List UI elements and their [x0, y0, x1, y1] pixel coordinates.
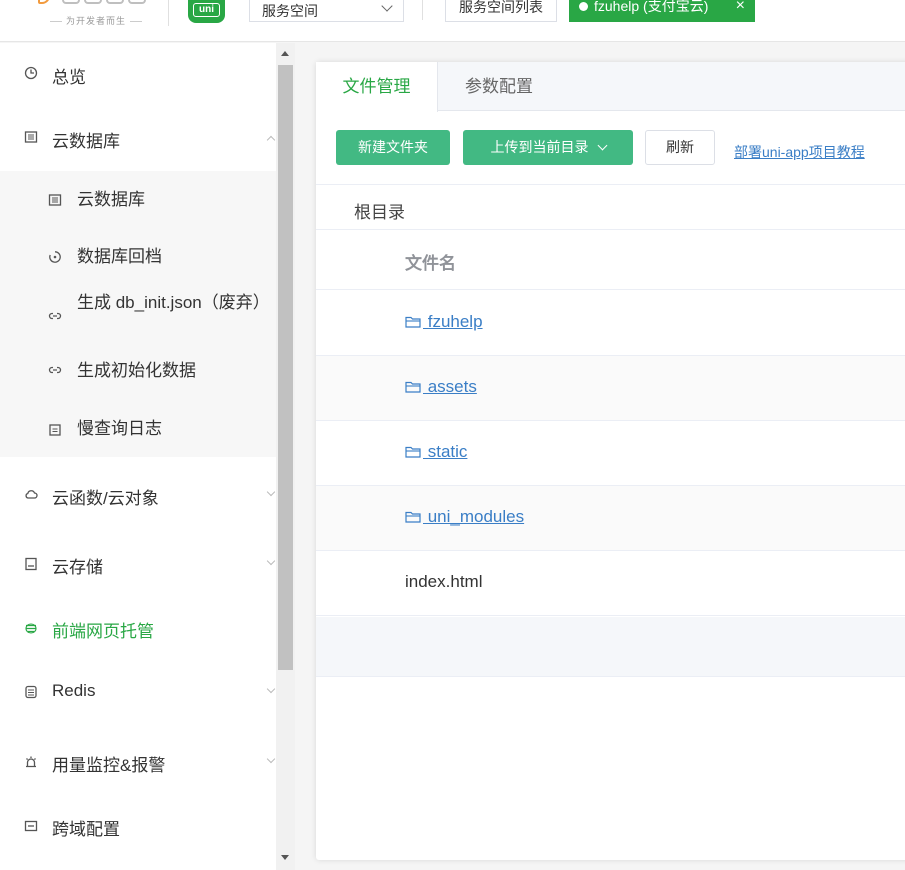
- tab-bar: 文件管理 参数配置: [316, 62, 905, 112]
- submenu-item-label: 生成初始化数据: [77, 361, 196, 380]
- scroll-down-arrow-icon[interactable]: [281, 855, 289, 860]
- sidebar-item-cloud-database[interactable]: 云数据库: [0, 107, 276, 167]
- sidebar-item-redis[interactable]: Redis: [0, 661, 276, 721]
- tab-parameter-config[interactable]: 参数配置: [438, 62, 560, 112]
- chevron-down-icon: [597, 140, 607, 151]
- sidebar-item-label: 用量监控&报警: [52, 756, 166, 775]
- submenu-item-slow-query-log[interactable]: 慢查询日志: [0, 401, 276, 457]
- sidebar-item-label: 云存储: [52, 558, 103, 577]
- sidebar-item-label: 跨域配置: [52, 820, 120, 839]
- folder-name: uni_modules: [423, 507, 525, 526]
- storage-icon: [25, 557, 37, 571]
- header-divider: [168, 0, 169, 26]
- sidebar-item-cloud-storage[interactable]: 云存储: [0, 533, 276, 593]
- sidebar-item-web-hosting[interactable]: 前端网页托管: [0, 597, 276, 657]
- database-icon: [24, 131, 38, 143]
- submenu-item-label: 慢查询日志: [77, 419, 162, 438]
- table-row: assets: [316, 356, 905, 421]
- cloud-database-submenu: 云数据库 数据库回档 生成 db_init.json（废弃） 生成初始化数据 慢…: [0, 171, 276, 457]
- folder-icon: [405, 446, 421, 458]
- file-table-header: 文件名: [316, 230, 905, 290]
- dcloud-logo[interactable]: [38, 0, 148, 6]
- logo-slogan: 为开发者而生: [40, 14, 152, 27]
- refresh-button[interactable]: 刷新: [645, 130, 715, 165]
- scroll-up-arrow-icon[interactable]: [281, 51, 289, 56]
- folder-name: fzuhelp: [423, 312, 483, 331]
- chevron-up-icon: [266, 135, 276, 145]
- folder-icon: [405, 511, 421, 523]
- sidebar-item-label: 总览: [52, 68, 86, 87]
- folder-icon: [405, 381, 421, 393]
- sidebar-item-label: Redis: [52, 681, 96, 700]
- sidebar: 总览 云数据库 云数据库 数据库回档 生成 db_init.json（废弃） 生…: [0, 43, 276, 870]
- submenu-item-label: 云数据库: [77, 190, 145, 209]
- active-space-tag[interactable]: fzuhelp (支付宝云) ×: [569, 0, 755, 22]
- folder-name: assets: [423, 377, 477, 396]
- log-icon: [49, 424, 61, 436]
- sidebar-item-cloud-functions[interactable]: 云函数/云对象: [0, 464, 276, 524]
- breadcrumb: 根目录: [316, 184, 905, 230]
- breadcrumb-root[interactable]: 根目录: [354, 198, 405, 223]
- service-space-select[interactable]: 服务空间: [249, 0, 404, 22]
- clock-icon: [24, 66, 38, 80]
- sidebar-item-usage-monitor[interactable]: 用量监控&报警: [0, 731, 276, 791]
- status-dot-icon: [579, 2, 588, 11]
- table-row: static: [316, 421, 905, 486]
- folder-link[interactable]: fzuhelp: [405, 312, 483, 332]
- cors-icon: [24, 820, 38, 832]
- chevron-down-icon: [266, 684, 276, 694]
- column-header-filename: 文件名: [405, 254, 456, 273]
- hosting-icon: [25, 623, 37, 634]
- chevron-down-icon: [381, 0, 393, 12]
- submenu-item-cloud-database[interactable]: 云数据库: [0, 171, 276, 229]
- sidebar-scrollbar[interactable]: [276, 43, 295, 870]
- scrollbar-thumb[interactable]: [278, 65, 293, 670]
- database-icon: [48, 194, 62, 206]
- sidebar-item-label: 前端网页托管: [52, 622, 154, 641]
- folder-icon: [405, 316, 421, 328]
- folder-link[interactable]: static: [405, 442, 467, 462]
- restore-icon: [49, 251, 61, 263]
- cloud-icon: [25, 490, 38, 499]
- submenu-item-label: 生成 db_init.json（废弃）: [77, 293, 270, 312]
- deploy-tutorial-link[interactable]: 部署uni-app项目教程: [734, 142, 865, 162]
- sidebar-item-overview[interactable]: 总览: [0, 43, 276, 103]
- sidebar-item-cors-config[interactable]: 跨域配置: [0, 795, 276, 855]
- uni-logo-icon[interactable]: uni: [188, 0, 225, 23]
- redis-icon: [25, 685, 37, 699]
- uni-logo-text: uni: [193, 3, 220, 17]
- table-row: fzuhelp: [316, 291, 905, 356]
- close-icon[interactable]: ×: [736, 0, 745, 18]
- submenu-item-label: 数据库回档: [77, 247, 162, 266]
- folder-link[interactable]: uni_modules: [405, 507, 524, 527]
- link-icon: [48, 366, 62, 374]
- submenu-item-init-data[interactable]: 生成初始化数据: [0, 343, 276, 401]
- chevron-down-icon: [266, 556, 276, 566]
- top-header: 为开发者而生 uni 服务空间 服务空间列表 fzuhelp (支付宝云) ×: [0, 0, 905, 42]
- chevron-down-icon: [266, 487, 276, 497]
- submenu-item-db-restore[interactable]: 数据库回档: [0, 229, 276, 287]
- folder-name: static: [423, 442, 468, 461]
- table-row: uni_modules: [316, 486, 905, 551]
- hosting-file-manager-card: 文件管理 参数配置 新建文件夹 上传到当前目录 刷新 部署uni-app项目教程…: [316, 62, 905, 860]
- service-space-select-value: 服务空间: [262, 3, 318, 19]
- upload-button-label: 上传到当前目录: [490, 139, 589, 155]
- submenu-item-db-init-json[interactable]: 生成 db_init.json（废弃）: [0, 287, 276, 343]
- table-row: index.html: [316, 551, 905, 616]
- upload-to-current-dir-button[interactable]: 上传到当前目录: [463, 130, 633, 165]
- header-divider-2: [422, 0, 423, 20]
- sidebar-item-label: 云函数/云对象: [52, 489, 159, 508]
- new-folder-button[interactable]: 新建文件夹: [336, 130, 450, 165]
- table-footer-row: [316, 617, 905, 677]
- service-space-list-button[interactable]: 服务空间列表: [445, 0, 557, 22]
- alarm-icon: [26, 756, 36, 768]
- tab-file-management[interactable]: 文件管理: [316, 62, 438, 112]
- folder-link[interactable]: assets: [405, 377, 477, 397]
- chevron-down-icon: [266, 754, 276, 764]
- file-name[interactable]: index.html: [405, 572, 482, 592]
- sidebar-item-label: 云数据库: [52, 132, 120, 151]
- active-space-name: fzuhelp (支付宝云): [594, 0, 709, 14]
- link-icon: [48, 312, 62, 320]
